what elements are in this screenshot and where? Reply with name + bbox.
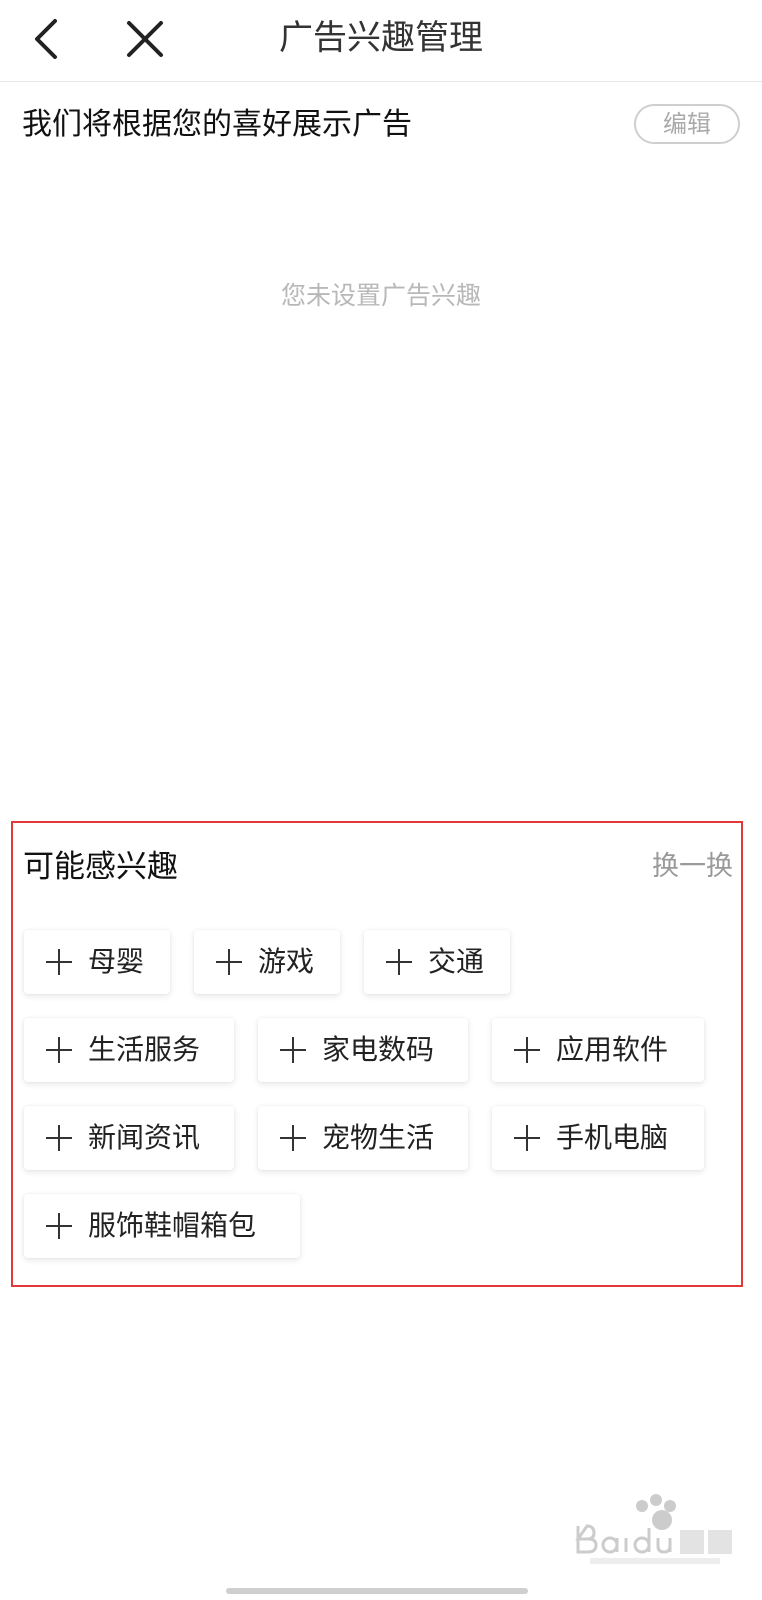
intro-row: 我们将根据您的喜好展示广告 编辑 bbox=[22, 100, 740, 152]
interest-chip-games[interactable]: 游戏 bbox=[194, 930, 340, 994]
interest-chip-transport[interactable]: 交通 bbox=[364, 930, 510, 994]
interest-chip-pets[interactable]: 宠物生活 bbox=[258, 1106, 468, 1170]
close-icon bbox=[127, 21, 163, 57]
interest-chip-electronics[interactable]: 家电数码 bbox=[258, 1018, 468, 1082]
plus-icon bbox=[46, 1037, 72, 1063]
plus-icon bbox=[280, 1125, 306, 1151]
back-button[interactable] bbox=[22, 12, 70, 66]
chip-label: 手机电脑 bbox=[556, 1121, 669, 1154]
chip-label: 游戏 bbox=[258, 945, 315, 978]
chip-label: 生活服务 bbox=[88, 1033, 201, 1066]
intro-text: 我们将根据您的喜好展示广告 bbox=[22, 107, 412, 142]
interest-chip-life-services[interactable]: 生活服务 bbox=[24, 1018, 234, 1082]
chip-label: 宠物生活 bbox=[322, 1121, 435, 1154]
baidu-jingyan-watermark bbox=[575, 1494, 732, 1564]
interest-chip-maternity[interactable]: 母婴 bbox=[24, 930, 170, 994]
plus-icon bbox=[514, 1125, 540, 1151]
plus-icon bbox=[386, 949, 412, 975]
nav-bar: 广告兴趣管理 bbox=[0, 0, 762, 82]
plus-icon bbox=[46, 1125, 72, 1151]
home-indicator[interactable] bbox=[226, 1588, 528, 1594]
suggested-interests-title: 可能感兴趣 bbox=[23, 849, 178, 885]
chip-label: 交通 bbox=[428, 945, 485, 978]
chip-label: 新闻资讯 bbox=[88, 1121, 201, 1154]
plus-icon bbox=[216, 949, 242, 975]
chip-label: 服饰鞋帽箱包 bbox=[88, 1209, 257, 1242]
close-button[interactable] bbox=[120, 12, 170, 66]
plus-icon bbox=[514, 1037, 540, 1063]
plus-icon bbox=[46, 949, 72, 975]
interest-chip-apps[interactable]: 应用软件 bbox=[492, 1018, 704, 1082]
chevron-left-icon bbox=[35, 19, 57, 59]
chip-label: 母婴 bbox=[88, 945, 145, 978]
interest-chip-apparel[interactable]: 服饰鞋帽箱包 bbox=[24, 1194, 300, 1258]
empty-state-text: 您未设置广告兴趣 bbox=[280, 281, 481, 310]
edit-button[interactable]: 编辑 bbox=[634, 104, 740, 144]
suggested-interests-panel: 可能感兴趣 换一换 母婴 游戏 交通 生活服务 家电数码 应用软件 新闻资讯 宠… bbox=[11, 821, 743, 1287]
plus-icon bbox=[280, 1037, 306, 1063]
interest-chip-news[interactable]: 新闻资讯 bbox=[24, 1106, 234, 1170]
page-title: 广告兴趣管理 bbox=[279, 18, 483, 58]
interest-chip-phones-computers[interactable]: 手机电脑 bbox=[492, 1106, 704, 1170]
plus-icon bbox=[46, 1213, 72, 1239]
refresh-button[interactable]: 换一换 bbox=[652, 847, 733, 887]
chip-label: 家电数码 bbox=[322, 1033, 435, 1066]
chip-label: 应用软件 bbox=[556, 1033, 669, 1066]
